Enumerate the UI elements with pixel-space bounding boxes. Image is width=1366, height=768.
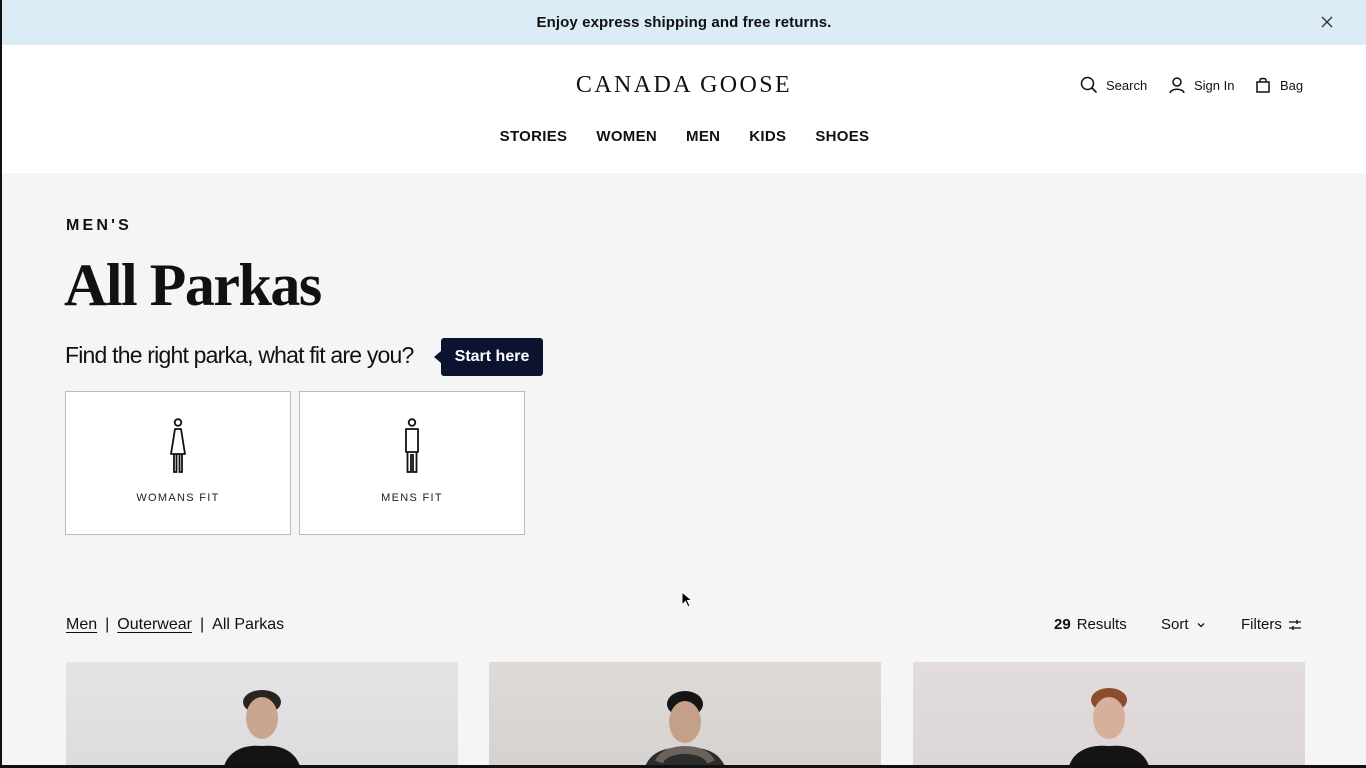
- mens-fit-card[interactable]: MENS FIT: [299, 391, 525, 535]
- product-tile[interactable]: [66, 662, 458, 765]
- mouse-cursor-icon: [681, 591, 693, 608]
- breadcrumb-current: All Parkas: [212, 616, 285, 633]
- mens-fit-label: MENS FIT: [381, 492, 443, 504]
- results-count: 29 Results: [1054, 616, 1127, 633]
- breadcrumb-separator: |: [199, 616, 205, 633]
- sort-dropdown[interactable]: Sort: [1161, 616, 1207, 633]
- search-button[interactable]: Search: [1080, 76, 1147, 94]
- category-page: MEN'S All Parkas Find the right parka, w…: [2, 173, 1366, 765]
- womans-fit-card[interactable]: WOMANS FIT: [65, 391, 291, 535]
- chevron-down-icon: [1197, 622, 1204, 627]
- product-tile[interactable]: [489, 662, 881, 765]
- start-here-button[interactable]: Start here: [434, 338, 543, 376]
- sort-label: Sort: [1161, 616, 1189, 633]
- product-tile[interactable]: [913, 662, 1305, 765]
- nav-item-men[interactable]: MEN: [685, 128, 720, 145]
- nav-item-stories[interactable]: STORIES: [499, 128, 568, 145]
- filters-label: Filters: [1241, 616, 1282, 633]
- product-image: [224, 690, 300, 765]
- search-label: Search: [1106, 77, 1148, 93]
- results-label: Results: [1076, 616, 1127, 633]
- bag-button[interactable]: Bag: [1254, 76, 1303, 94]
- site-header: CANADA GOOSE Search Sign In Bag STORIES …: [2, 45, 1366, 173]
- breadcrumb-men[interactable]: Men: [66, 616, 97, 634]
- promo-banner: Enjoy express shipping and free returns.: [2, 0, 1366, 45]
- nav-item-shoes[interactable]: SHOES: [814, 128, 869, 145]
- filters-button[interactable]: Filters: [1241, 616, 1302, 633]
- woman-figure-icon: [170, 418, 186, 473]
- bag-icon: [1256, 77, 1270, 93]
- breadcrumb: Men | Outerwear | All Parkas: [66, 616, 284, 634]
- womans-fit-label: WOMANS FIT: [136, 492, 220, 504]
- main-nav: STORIES WOMEN MEN KIDS SHOES: [2, 128, 1366, 145]
- man-figure-icon: [405, 418, 419, 473]
- nav-item-kids[interactable]: KIDS: [748, 128, 786, 145]
- product-image: [645, 691, 725, 765]
- bag-label: Bag: [1280, 77, 1304, 93]
- nav-item-women[interactable]: WOMEN: [595, 128, 657, 145]
- fit-question: Find the right parka, what fit are you?: [65, 342, 414, 368]
- user-icon: [1169, 77, 1185, 94]
- sign-in-label: Sign In: [1194, 77, 1235, 93]
- product-image: [1069, 688, 1149, 765]
- brand-logo[interactable]: CANADA GOOSE: [2, 72, 1366, 99]
- sign-in-button[interactable]: Sign In: [1168, 76, 1234, 94]
- search-icon: [1080, 76, 1098, 94]
- close-icon[interactable]: [1318, 13, 1336, 31]
- breadcrumb-separator: |: [105, 616, 110, 633]
- page-title: All Parkas: [64, 252, 322, 318]
- category-eyebrow: MEN'S: [66, 217, 133, 234]
- sliders-icon: [1288, 619, 1301, 630]
- results-number: 29: [1054, 616, 1071, 633]
- breadcrumb-outerwear[interactable]: Outerwear: [117, 616, 192, 634]
- promo-text: Enjoy express shipping and free returns.: [536, 14, 832, 31]
